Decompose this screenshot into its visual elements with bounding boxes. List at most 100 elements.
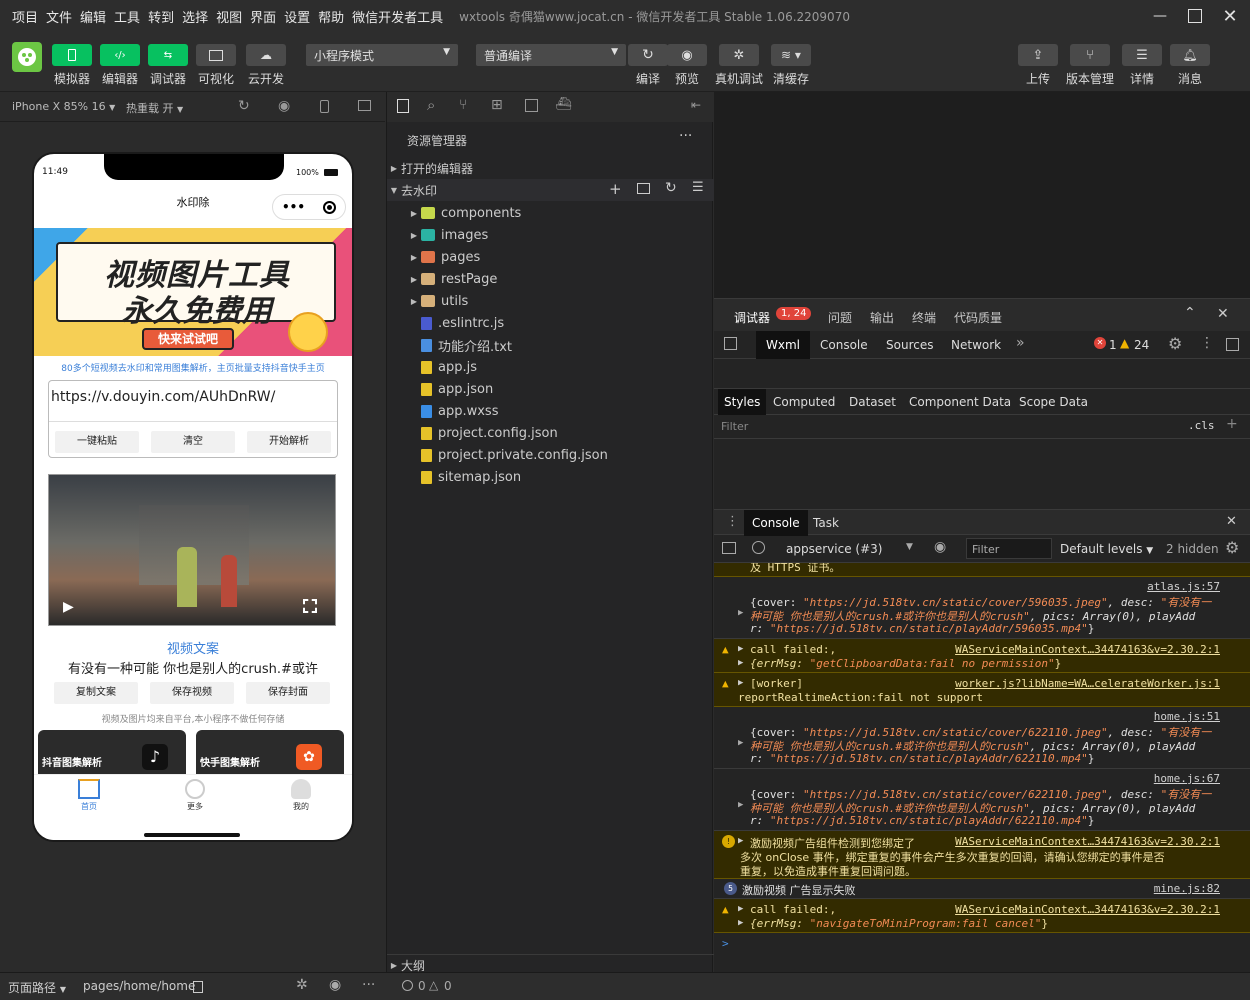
expand-triangle-icon[interactable]: ▶ bbox=[738, 608, 743, 618]
copy-icon[interactable] bbox=[193, 981, 203, 993]
tab-issues[interactable]: 问题 bbox=[828, 309, 852, 326]
clear-console-icon[interactable] bbox=[752, 541, 765, 554]
file-item[interactable]: .eslintrc.js bbox=[387, 312, 714, 334]
tab-sources[interactable]: Sources bbox=[886, 338, 933, 352]
folder-item[interactable]: ▶ pages bbox=[387, 246, 714, 268]
simulator-toggle-button[interactable] bbox=[52, 44, 92, 66]
project-section[interactable]: ▼ 去水印 + ↻ ☰ bbox=[387, 179, 714, 201]
hotreload-select[interactable]: 热重载 开 ▼ bbox=[126, 100, 183, 116]
console-source-link[interactable]: WAServiceMainContext…34474163&v=2.30.2:1 bbox=[955, 903, 1220, 916]
error-count[interactable]: 1 bbox=[1109, 338, 1117, 352]
expand-triangle-icon[interactable]: ▶ bbox=[738, 658, 743, 668]
menu-interface[interactable]: 界面 bbox=[246, 7, 280, 26]
levels-select[interactable]: Default levels ▼ bbox=[1060, 542, 1153, 556]
url-input[interactable]: https://v.douyin.com/AUhDnRW/ bbox=[51, 389, 275, 405]
menu-select[interactable]: 选择 bbox=[178, 7, 212, 26]
video-player[interactable]: ▶ bbox=[48, 474, 336, 626]
warning-count[interactable]: 24 bbox=[1134, 338, 1149, 352]
kebab-menu-icon[interactable]: ⋮ bbox=[1200, 335, 1214, 351]
add-style-icon[interactable]: + bbox=[1226, 416, 1238, 432]
collapse-all-icon[interactable]: ☰ bbox=[692, 180, 704, 195]
gear-icon[interactable]: ⚙ bbox=[1168, 334, 1182, 353]
context-select[interactable]: appservice (#3) bbox=[786, 542, 882, 556]
bug-icon[interactable]: ✲ bbox=[296, 977, 308, 993]
file-item[interactable]: app.js bbox=[387, 356, 714, 378]
cls-button[interactable]: .cls bbox=[1188, 419, 1215, 432]
expand-triangle-icon[interactable]: ▶ bbox=[738, 738, 743, 748]
avatar[interactable] bbox=[12, 42, 42, 72]
close-miniprogram-icon[interactable] bbox=[322, 200, 336, 214]
close-icon[interactable]: ✕ bbox=[1217, 306, 1229, 322]
expand-triangle-icon[interactable]: ▶ bbox=[738, 644, 743, 654]
menu-file[interactable]: 文件 bbox=[42, 7, 76, 26]
kebab-menu-icon[interactable]: ⋮ bbox=[726, 514, 739, 529]
inspect-icon[interactable] bbox=[724, 337, 737, 350]
more-tabs-icon[interactable]: » bbox=[1016, 335, 1025, 351]
fullscreen-icon[interactable] bbox=[303, 599, 317, 613]
clear-cache-button[interactable]: ≋ ▾ bbox=[771, 44, 811, 66]
page-path-select[interactable]: 页面路径 ▼ bbox=[8, 979, 66, 996]
douyin-card[interactable]: 抖音图集解析 ♪ bbox=[38, 730, 186, 778]
rotate-icon[interactable]: ↻ bbox=[238, 98, 250, 114]
tab-component-data[interactable]: Component Data bbox=[909, 395, 1011, 409]
tab-dataset[interactable]: Dataset bbox=[849, 395, 896, 409]
close-drawer-icon[interactable]: ✕ bbox=[1226, 514, 1237, 529]
details-button[interactable]: ☰ bbox=[1122, 44, 1162, 66]
version-button[interactable]: ⑂ bbox=[1070, 44, 1110, 66]
console-prompt[interactable]: > bbox=[714, 933, 1250, 957]
menu-project[interactable]: 项目 bbox=[8, 7, 42, 26]
editor-area[interactable] bbox=[714, 92, 1250, 298]
sidebar-toggle-icon[interactable] bbox=[722, 542, 736, 554]
tab-debugger[interactable]: 调试器 bbox=[734, 309, 770, 326]
clear-button[interactable]: 清空 bbox=[151, 431, 235, 453]
files-icon[interactable] bbox=[397, 99, 409, 113]
banner-try-button[interactable]: 快来试试吧 bbox=[142, 328, 234, 350]
kuaishou-card[interactable]: 快手图集解析 ✿ bbox=[196, 730, 344, 778]
menu-edit[interactable]: 编辑 bbox=[76, 7, 110, 26]
debugger-toggle-button[interactable]: ⇆ bbox=[148, 44, 188, 66]
compile-button[interactable]: ↻ bbox=[628, 44, 668, 66]
close-window-button[interactable]: ✕ bbox=[1210, 0, 1250, 32]
expand-triangle-icon[interactable]: ▶ bbox=[738, 800, 743, 810]
tab-console[interactable]: Console bbox=[820, 338, 868, 352]
folder-item[interactable]: ▶ restPage bbox=[387, 268, 714, 290]
outline-icon[interactable] bbox=[525, 99, 538, 112]
upload-button[interactable]: ⇪ bbox=[1018, 44, 1058, 66]
expand-triangle-icon[interactable]: ▶ bbox=[738, 918, 743, 928]
promo-banner[interactable]: 视频图片工具 永久免费用 快来试试吧 bbox=[34, 228, 352, 356]
console-source-link[interactable]: mine.js:82 bbox=[1154, 882, 1220, 895]
file-item[interactable]: project.config.json bbox=[387, 422, 714, 444]
search-icon[interactable]: ⌕ bbox=[427, 96, 435, 114]
tab-scope-data[interactable]: Scope Data bbox=[1019, 395, 1088, 409]
docker-icon[interactable]: ⛴︎ bbox=[555, 97, 572, 112]
more-icon[interactable]: ••• bbox=[282, 200, 305, 214]
tab-computed[interactable]: Computed bbox=[773, 395, 835, 409]
file-item[interactable]: app.json bbox=[387, 378, 714, 400]
console-source-link[interactable]: WAServiceMainContext…34474163&v=2.30.2:1 bbox=[955, 643, 1220, 656]
tab-terminal[interactable]: 终端 bbox=[912, 309, 936, 326]
paste-button[interactable]: 一键粘贴 bbox=[55, 431, 139, 453]
cloud-button[interactable]: ☁ bbox=[246, 44, 286, 66]
capsule-menu[interactable]: ••• bbox=[272, 194, 346, 220]
more-icon[interactable]: ··· bbox=[679, 128, 692, 144]
gear-icon[interactable]: ⚙ bbox=[1225, 538, 1239, 557]
tab-mine[interactable]: 我的 bbox=[286, 779, 316, 812]
preview-button[interactable]: ◉ bbox=[667, 44, 707, 66]
compile-mode-select[interactable]: 普通编译 ▼ bbox=[476, 44, 626, 66]
drawer-tab-task[interactable]: Task bbox=[813, 516, 839, 530]
eye-icon[interactable]: ◉ bbox=[329, 977, 341, 993]
console-filter-input[interactable]: Filter bbox=[966, 538, 1052, 559]
menu-wechat-devtools[interactable]: 微信开发者工具 bbox=[348, 7, 447, 26]
menu-help[interactable]: 帮助 bbox=[314, 7, 348, 26]
tab-styles[interactable]: Styles bbox=[718, 389, 767, 415]
tab-home[interactable]: 首页 bbox=[74, 779, 104, 812]
file-item[interactable]: project.private.config.json bbox=[387, 444, 714, 466]
console-source-link[interactable]: worker.js?libName=WA…celerateWorker.js:1 bbox=[955, 677, 1220, 690]
extensions-icon[interactable]: ⊞ bbox=[491, 97, 503, 113]
menu-settings[interactable]: 设置 bbox=[280, 7, 314, 26]
expand-triangle-icon[interactable]: ▶ bbox=[738, 904, 743, 914]
collapse-panel-icon[interactable]: ⇤ bbox=[691, 98, 701, 112]
dock-icon[interactable] bbox=[1226, 338, 1239, 351]
stop-icon[interactable]: ◉ bbox=[278, 98, 290, 114]
tab-network[interactable]: Network bbox=[951, 338, 1001, 352]
